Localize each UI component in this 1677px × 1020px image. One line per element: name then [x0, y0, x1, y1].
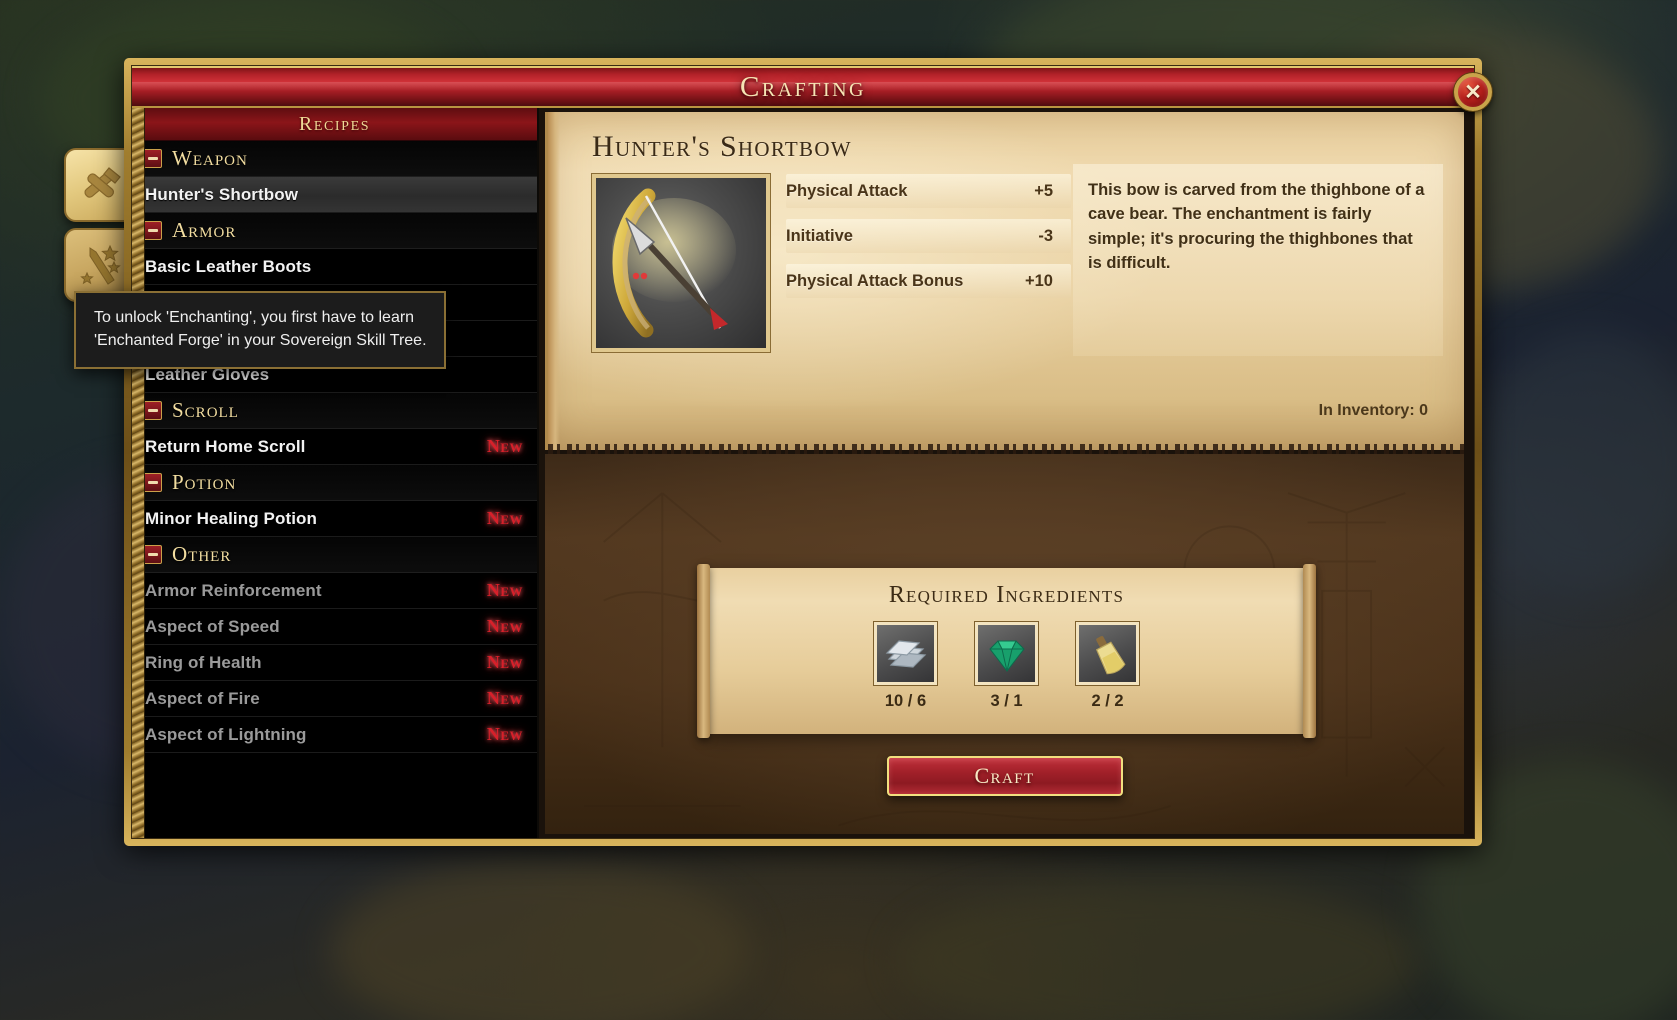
- recipe-item-label: Aspect of Lightning: [145, 724, 307, 744]
- window-inner: Crafting ✕ Recipes Weapon Hunter's Shortb…: [131, 65, 1492, 839]
- recipe-item-label: Minor Healing Potion: [145, 508, 317, 528]
- collapse-toggle-icon[interactable]: [143, 221, 162, 240]
- collapse-toggle-icon[interactable]: [143, 401, 162, 420]
- recipe-item-label: Aspect of Fire: [145, 688, 260, 708]
- crafting-window: Crafting ✕ Recipes Weapon Hunter's Shortb…: [124, 58, 1492, 846]
- item-stats: Physical Attack +5 Initiative -3 Physical At…: [786, 174, 1071, 309]
- terrain-blob: [330, 860, 750, 1020]
- collapse-toggle-icon[interactable]: [143, 149, 162, 168]
- ingredient-slot: 3 / 1: [974, 621, 1039, 711]
- recipe-list: Weapon Hunter's Shortbow Armor Basic Leathe…: [132, 141, 537, 753]
- close-button[interactable]: ✕: [1454, 73, 1492, 111]
- ingredient-slot: 2 / 2: [1075, 621, 1140, 711]
- yellow-potion-icon[interactable]: [1075, 621, 1140, 686]
- tooltip: To unlock 'Enchanting', you first have t…: [74, 291, 446, 370]
- parchment-left-edge: [548, 112, 560, 450]
- item-description: This bow is carved from the thighbone of…: [1088, 181, 1425, 273]
- new-badge: New: [486, 724, 523, 744]
- collapse-toggle-icon[interactable]: [143, 545, 162, 564]
- recipe-item[interactable]: Return Home Scroll New: [132, 429, 537, 465]
- hammer-chisel-icon: [84, 167, 121, 198]
- detail-panel: Hunter's Shortbow Physical Attack +5 Ini…: [539, 108, 1474, 838]
- stat-row: Physical Attack Bonus +10: [786, 264, 1071, 298]
- recipe-item-label: Aspect of Speed: [145, 616, 280, 636]
- title-bar: Crafting ✕: [132, 66, 1492, 111]
- ingredient-count: 3 / 1: [990, 692, 1023, 710]
- green-gem-icon[interactable]: [974, 621, 1039, 686]
- tooltip-text: To unlock 'Enchanting', you first have t…: [94, 309, 427, 350]
- window-body: Recipes Weapon Hunter's Shortbow Armor Basi…: [132, 108, 1474, 838]
- recipe-category-scroll[interactable]: Scroll: [132, 393, 537, 429]
- recipe-category-weapon[interactable]: Weapon: [132, 141, 537, 177]
- recipe-category-label: Other: [172, 542, 232, 566]
- recipe-item[interactable]: Hunter's Shortbow: [132, 177, 537, 213]
- new-badge: New: [486, 688, 523, 708]
- recipe-item[interactable]: Basic Leather Boots: [132, 249, 537, 285]
- recipe-category-label: Potion: [172, 470, 237, 494]
- bow-and-arrow-icon: [612, 188, 736, 338]
- craft-button[interactable]: Craft: [886, 756, 1123, 796]
- new-badge: New: [486, 508, 523, 528]
- stat-name: Physical Attack: [786, 181, 908, 200]
- new-badge: New: [486, 436, 523, 456]
- recipe-category-label: Scroll: [172, 398, 239, 422]
- recipe-item[interactable]: Ring of Health New: [132, 645, 537, 681]
- recipe-item[interactable]: Aspect of Lightning New: [132, 717, 537, 753]
- craft-button-label: Craft: [974, 763, 1035, 788]
- recipe-item-label: Return Home Scroll: [145, 436, 306, 456]
- ingredient-slots: 10 / 6 3 / 1 2 / 2: [708, 621, 1305, 711]
- recipe-item-label: Armor Reinforcement: [145, 580, 322, 600]
- ingredient-count: 2 / 2: [1091, 692, 1124, 710]
- recipe-category-label: Weapon: [172, 146, 248, 170]
- new-badge: New: [486, 616, 523, 636]
- recipe-item-label: Basic Leather Boots: [145, 256, 312, 276]
- sword-stars-icon: [80, 244, 121, 285]
- recipe-item[interactable]: Aspect of Speed New: [132, 609, 537, 645]
- recipes-panel: Recipes Weapon Hunter's Shortbow Armor Basi…: [132, 108, 539, 838]
- recipe-category-armor[interactable]: Armor: [132, 213, 537, 249]
- stat-value: -3: [1038, 226, 1053, 245]
- new-badge: New: [486, 652, 523, 672]
- terrain-blob: [900, 880, 1420, 1020]
- recipe-category-potion[interactable]: Potion: [132, 465, 537, 501]
- recipe-item[interactable]: Minor Healing Potion New: [132, 501, 537, 537]
- ingredients-title: Required Ingredients: [888, 582, 1125, 608]
- item-detail-parchment: Hunter's Shortbow Physical Attack +5 Ini…: [545, 112, 1464, 456]
- stat-value: +5: [1034, 181, 1053, 200]
- ornate-rope-edge: [132, 108, 145, 838]
- recipe-item[interactable]: Armor Reinforcement New: [132, 573, 537, 609]
- ingredient-count: 10 / 6: [884, 692, 927, 710]
- recipe-category-other[interactable]: Other: [132, 537, 537, 573]
- new-badge: New: [486, 580, 523, 600]
- recipe-category-label: Armor: [172, 218, 237, 242]
- stat-row: Physical Attack +5: [786, 174, 1071, 208]
- recipe-item-label: Hunter's Shortbow: [145, 184, 299, 204]
- stat-name: Initiative: [786, 226, 853, 245]
- stat-row: Initiative -3: [786, 219, 1071, 253]
- close-icon: ✕: [1464, 80, 1482, 104]
- collapse-toggle-icon[interactable]: [143, 473, 162, 492]
- recipes-header: Recipes: [132, 108, 537, 141]
- blueprint-background: Required Ingredients 10 / 6 3 / 1 2 / 2 Cr…: [545, 454, 1464, 834]
- item-description-box: This bow is carved from the thighbone of…: [1073, 164, 1443, 356]
- page-title: Crafting: [739, 70, 866, 103]
- terrain-blob: [1480, 330, 1677, 590]
- ingredient-slot: 10 / 6: [873, 621, 938, 711]
- recipes-header-label: Recipes: [298, 112, 371, 135]
- stat-value: +10: [1025, 271, 1053, 290]
- inventory-count: In Inventory: 0: [1318, 402, 1428, 419]
- item-title: Hunter's Shortbow: [592, 130, 852, 163]
- metal-ingot-icon[interactable]: [873, 621, 938, 686]
- recipe-item-label: Ring of Health: [145, 652, 262, 672]
- stat-name: Physical Attack Bonus: [786, 271, 964, 290]
- recipe-item[interactable]: Aspect of Fire New: [132, 681, 537, 717]
- item-icon: [591, 173, 771, 353]
- ingredients-panel: Required Ingredients 10 / 6 3 / 1 2 / 2: [697, 564, 1316, 738]
